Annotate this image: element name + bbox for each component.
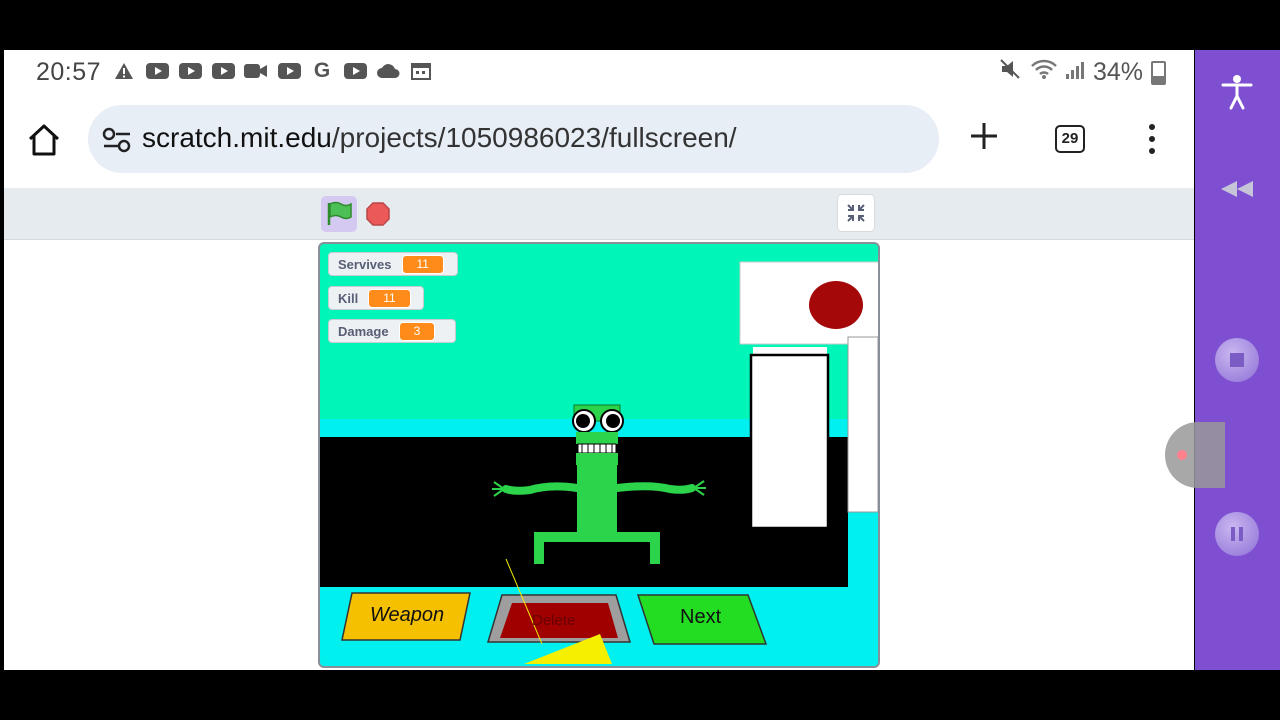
variable-value: 3	[398, 321, 436, 341]
battery-percent: 34%	[1092, 58, 1143, 86]
youtube-icon	[211, 62, 235, 80]
side-panel	[847, 336, 878, 513]
url-path: /projects/1050986023/fullscreen/	[331, 122, 737, 153]
variable-monitor-damage: Damage 3	[328, 319, 456, 343]
variable-name: Damage	[338, 323, 389, 339]
url-text[interactable]: scratch.mit.edu/projects/1050986023/full…	[142, 122, 737, 154]
variable-value: 11	[368, 288, 411, 308]
battery-icon	[1151, 60, 1166, 85]
alert-icon	[112, 62, 136, 80]
stop-recording-button[interactable]	[1215, 338, 1259, 382]
rewind-icon[interactable]	[1219, 178, 1255, 205]
phone-screen: 20:57 G 34% scratch.mit.edu/projects/105…	[4, 50, 1194, 670]
wifi-icon	[1031, 58, 1057, 87]
variable-name: Kill	[338, 290, 359, 306]
variable-monitor-kill: Kill 11	[328, 286, 424, 310]
notification-icons: G	[112, 59, 433, 82]
google-icon: G	[313, 59, 331, 82]
variable-monitor-servives: Servives 11	[328, 252, 458, 276]
youtube-icon	[277, 62, 301, 80]
accessibility-icon[interactable]	[1221, 74, 1253, 115]
delete-button[interactable]: Delete	[532, 612, 575, 629]
red-circle	[809, 281, 863, 329]
calendar-icon	[409, 62, 433, 80]
stop-icon	[366, 202, 390, 226]
record-dot-icon	[1177, 450, 1187, 460]
status-time: 20:57	[36, 58, 102, 86]
youtube-icon	[145, 62, 169, 80]
system-icons: 34%	[999, 58, 1166, 87]
variable-name: Servives	[338, 256, 392, 272]
status-bar: 20:57 G 34%	[4, 50, 1194, 94]
recorder-handle[interactable]	[1165, 422, 1225, 488]
home-icon	[28, 124, 60, 156]
new-tab-button[interactable]	[966, 120, 1002, 156]
signal-icon	[1065, 58, 1085, 87]
stop-button[interactable]	[366, 202, 390, 226]
site-settings-icon[interactable]	[102, 127, 132, 153]
scratch-controls	[4, 188, 1194, 240]
youtube-icon	[178, 62, 202, 80]
green-flag-icon	[327, 201, 352, 225]
screen-recorder-panel	[1195, 50, 1280, 670]
pause-recording-button[interactable]	[1215, 512, 1259, 556]
green-flag-button[interactable]	[321, 196, 357, 232]
exit-fullscreen-button[interactable]	[837, 194, 875, 232]
plus-icon	[971, 123, 997, 149]
next-button[interactable]: Next	[680, 606, 721, 629]
scratch-stage[interactable]: Servives 11 Kill 11 Damage 3 Weapon Dele…	[318, 242, 880, 668]
address-bar[interactable]: scratch.mit.edu/projects/1050986023/full…	[88, 105, 939, 173]
pause-icon	[1231, 527, 1243, 541]
exit-fullscreen-icon	[847, 204, 865, 222]
video-icon	[244, 62, 268, 80]
weapon-button[interactable]: Weapon	[370, 604, 444, 627]
mute-icon	[999, 58, 1023, 87]
variable-value: 11	[401, 254, 444, 274]
more-menu-button[interactable]	[1148, 124, 1156, 154]
youtube-icon	[343, 62, 367, 80]
cloud-icon	[376, 62, 400, 80]
home-button[interactable]	[26, 122, 64, 160]
tab-switcher-button[interactable]: 29	[1055, 125, 1085, 153]
url-domain: scratch.mit.edu	[142, 122, 332, 153]
stop-icon	[1230, 353, 1244, 367]
door	[749, 353, 830, 530]
